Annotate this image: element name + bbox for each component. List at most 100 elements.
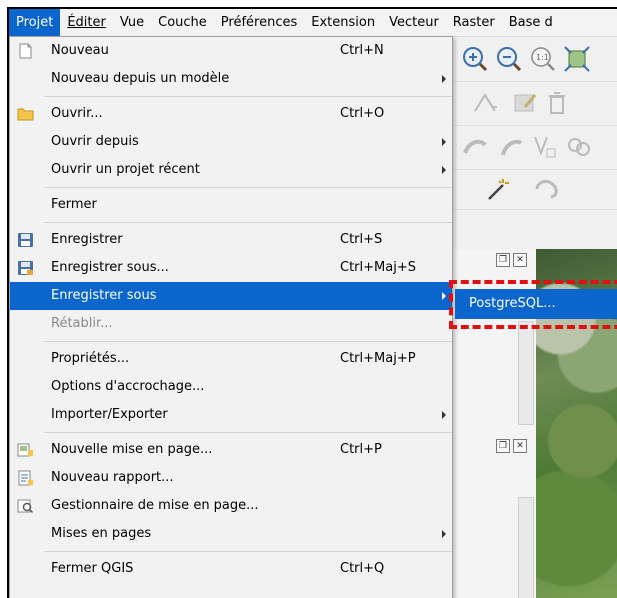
float-panel-icon[interactable]: ❐ bbox=[496, 439, 510, 453]
dock-buttons-top: ❐ ✕ bbox=[496, 253, 532, 267]
menu-separator bbox=[44, 341, 452, 342]
menu-item-enregistrer-sous[interactable]: Enregistrer sous bbox=[10, 282, 452, 310]
menu-item-shortcut: Ctrl+Maj+P bbox=[340, 351, 416, 366]
menu-item-shortcut: Ctrl+Maj+S bbox=[340, 260, 416, 275]
menu-item-proprietes[interactable]: Propriétés... Ctrl+Maj+P bbox=[10, 345, 452, 373]
menu-couche[interactable]: Couche bbox=[151, 9, 214, 36]
new-layout-icon bbox=[17, 443, 33, 457]
toolbar-navigation: 1:1 bbox=[449, 37, 617, 82]
menu-item-label: Nouveau bbox=[51, 43, 109, 58]
menu-item-enregistrer[interactable]: Enregistrer Ctrl+S bbox=[10, 226, 452, 254]
scrollbar-vertical[interactable] bbox=[518, 321, 534, 425]
menu-vecteur[interactable]: Vecteur bbox=[382, 9, 446, 36]
menu-item-label: Enregistrer bbox=[51, 232, 123, 247]
toolbar-digitizing bbox=[449, 81, 617, 126]
projet-menu: Nouveau Ctrl+N Nouveau depuis un modèle … bbox=[9, 36, 453, 598]
menu-item-label: Ouvrir un projet récent bbox=[51, 162, 200, 177]
close-panel-icon[interactable]: ✕ bbox=[513, 439, 527, 453]
folder-icon bbox=[17, 108, 34, 121]
menu-separator bbox=[44, 96, 452, 97]
menu-item-options-accrochage[interactable]: Options d'accrochage... bbox=[10, 373, 452, 401]
toolbar-advanced-digitizing bbox=[449, 125, 617, 170]
menu-item-nouveau[interactable]: Nouveau Ctrl+N bbox=[10, 37, 452, 65]
menu-item-shortcut: Ctrl+S bbox=[340, 232, 383, 247]
menu-item-label: Gestionnaire de mise en page... bbox=[51, 498, 259, 513]
menubar: Projet Éditer Vue Couche Préférences Ext… bbox=[9, 9, 617, 37]
menu-item-label: Enregistrer sous... bbox=[51, 260, 169, 275]
menu-editer-label: Éditer bbox=[67, 15, 106, 30]
menu-item-label: Nouvelle mise en page... bbox=[51, 442, 213, 457]
menu-item-label: Propriétés... bbox=[51, 351, 130, 366]
menu-item-ouvrir-depuis[interactable]: Ouvrir depuis bbox=[10, 128, 452, 156]
menu-item-label: Fermer QGIS bbox=[51, 561, 134, 576]
menu-separator bbox=[44, 432, 452, 433]
submenu-arrow-icon bbox=[442, 292, 446, 300]
menu-extension[interactable]: Extension bbox=[304, 9, 382, 36]
menu-item-fermer[interactable]: Fermer bbox=[10, 191, 452, 219]
menu-item-label: Rétablir... bbox=[51, 316, 113, 331]
zoom-in-icon[interactable] bbox=[461, 45, 489, 73]
merge-features-icon[interactable] bbox=[565, 133, 593, 161]
menu-separator bbox=[44, 222, 452, 223]
svg-text:1:1: 1:1 bbox=[536, 53, 549, 62]
menu-projet[interactable]: Projet bbox=[9, 9, 61, 36]
menu-item-retablir: Rétablir... bbox=[10, 310, 452, 338]
menu-item-mises-en-pages[interactable]: Mises en pages bbox=[10, 520, 452, 548]
save-as-icon bbox=[18, 261, 33, 275]
new-file-icon bbox=[19, 43, 32, 59]
submenu-arrow-icon bbox=[442, 530, 446, 538]
menu-item-ouvrir[interactable]: Ouvrir... Ctrl+O bbox=[10, 100, 452, 128]
menu-item-shortcut: Ctrl+Q bbox=[340, 561, 385, 576]
layout-manager-icon bbox=[17, 499, 34, 514]
delete-icon[interactable] bbox=[543, 89, 571, 117]
menu-item-nouveau-depuis-modele[interactable]: Nouveau depuis un modèle bbox=[10, 65, 452, 93]
menu-item-label: Options d'accrochage... bbox=[51, 379, 205, 394]
menu-item-label: Nouveau rapport... bbox=[51, 470, 174, 485]
zoom-native-icon[interactable]: 1:1 bbox=[529, 45, 557, 73]
menu-base-de-donnees[interactable]: Base d bbox=[502, 9, 560, 36]
zoom-out-icon[interactable] bbox=[495, 45, 523, 73]
menu-item-shortcut: Ctrl+O bbox=[340, 106, 385, 121]
scrollbar-vertical[interactable] bbox=[518, 497, 534, 598]
menu-vue[interactable]: Vue bbox=[113, 9, 151, 36]
split-features-icon[interactable] bbox=[531, 133, 559, 161]
menu-item-nouvelle-mise-en-page[interactable]: Nouvelle mise en page... Ctrl+P bbox=[10, 436, 452, 464]
menu-separator bbox=[44, 551, 452, 552]
zoom-full-icon[interactable] bbox=[563, 45, 591, 73]
reshape-icon[interactable] bbox=[461, 133, 489, 161]
menu-editer[interactable]: Éditer bbox=[60, 9, 113, 36]
select-features-icon[interactable] bbox=[533, 175, 561, 203]
vertex-tool-icon[interactable] bbox=[471, 89, 499, 117]
magic-wand-icon[interactable] bbox=[483, 175, 511, 203]
close-panel-icon[interactable]: ✕ bbox=[513, 253, 527, 267]
offset-curve-icon[interactable] bbox=[497, 133, 525, 161]
menu-item-enregistrer-sous-dialog[interactable]: Enregistrer sous... Ctrl+Maj+S bbox=[10, 254, 452, 282]
menu-item-shortcut: Ctrl+N bbox=[340, 43, 384, 58]
menu-raster[interactable]: Raster bbox=[446, 9, 502, 36]
submenu-arrow-icon bbox=[442, 411, 446, 419]
submenu-enregistrer-sous: PostgreSQL... bbox=[455, 289, 617, 319]
menu-item-fermer-qgis[interactable]: Fermer QGIS Ctrl+Q bbox=[10, 555, 452, 583]
menu-item-label: Ouvrir depuis bbox=[51, 134, 139, 149]
edit-attributes-icon[interactable] bbox=[511, 89, 539, 117]
menu-item-importer-exporter[interactable]: Importer/Exporter bbox=[10, 401, 452, 429]
menu-item-label: Mises en pages bbox=[51, 526, 152, 541]
qgis-window: Projet Éditer Vue Couche Préférences Ext… bbox=[7, 7, 617, 598]
menu-item-shortcut: Ctrl+P bbox=[340, 442, 382, 457]
menu-item-postgresql[interactable]: PostgreSQL... bbox=[469, 289, 556, 319]
new-report-icon bbox=[18, 470, 33, 486]
menu-preferences[interactable]: Préférences bbox=[214, 9, 304, 36]
menu-item-label: Importer/Exporter bbox=[51, 407, 168, 422]
toolbar-selection bbox=[449, 169, 617, 210]
menu-item-ouvrir-recent[interactable]: Ouvrir un projet récent bbox=[10, 156, 452, 184]
menu-item-nouveau-rapport[interactable]: Nouveau rapport... bbox=[10, 464, 452, 492]
menu-item-label: Ouvrir... bbox=[51, 106, 103, 121]
menu-separator bbox=[44, 187, 452, 188]
menu-item-label: Enregistrer sous bbox=[51, 288, 157, 303]
float-panel-icon[interactable]: ❐ bbox=[496, 253, 510, 267]
toolbar-area: 1:1 bbox=[449, 37, 617, 249]
submenu-arrow-icon bbox=[442, 75, 446, 83]
submenu-arrow-icon bbox=[442, 138, 446, 146]
menu-item-label: Nouveau depuis un modèle bbox=[51, 71, 230, 86]
menu-item-gestionnaire-mise-en-page[interactable]: Gestionnaire de mise en page... bbox=[10, 492, 452, 520]
